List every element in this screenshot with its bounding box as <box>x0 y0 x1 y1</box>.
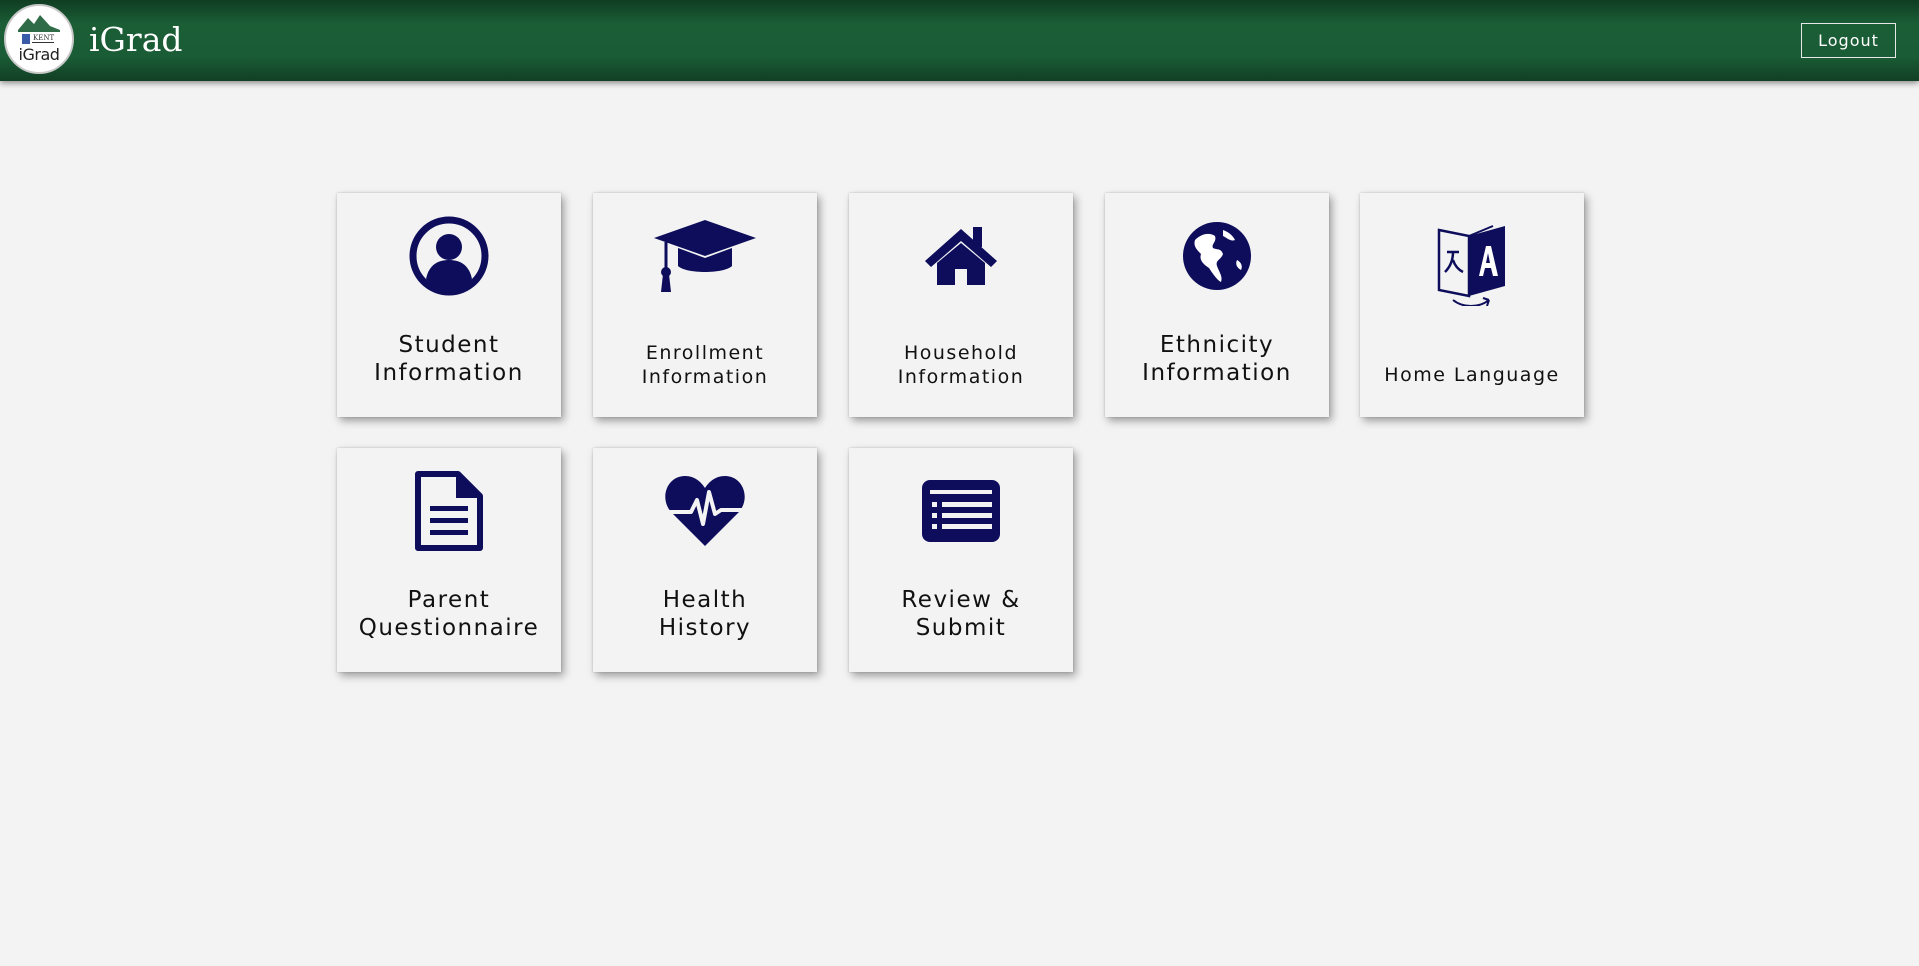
tile-label-line1: Household <box>903 342 1019 364</box>
user-circle-icon <box>409 216 489 296</box>
logout-button[interactable]: Logout <box>1801 23 1896 58</box>
tile-label: Student Information <box>337 331 561 387</box>
translate-icon <box>1437 225 1505 306</box>
district-logo[interactable]: KENT iGrad <box>4 4 74 74</box>
tile-label-line2: Information <box>374 360 524 386</box>
logo-text: iGrad <box>18 45 60 64</box>
tile-label-line2: History <box>658 615 752 641</box>
house-icon <box>925 227 997 285</box>
tile-label-line1: Review & <box>901 587 1021 613</box>
tile-enrollment-information[interactable]: Enrollment Information <box>593 193 817 417</box>
app-title: iGrad <box>89 20 183 59</box>
tile-label: Health History <box>593 586 817 642</box>
tile-home-language[interactable]: Home Language <box>1360 193 1584 417</box>
tile-parent-questionnaire[interactable]: Parent Questionnaire <box>337 448 561 672</box>
tile-label: Parent Questionnaire <box>337 586 561 642</box>
tile-label: Review & Submit <box>849 586 1073 642</box>
tile-health-history[interactable]: Health History <box>593 448 817 672</box>
heart-pulse-icon <box>665 476 745 546</box>
graduation-cap-icon <box>654 220 756 292</box>
tile-label-line1: Enrollment <box>645 342 765 364</box>
tile-label: Home Language <box>1360 363 1584 387</box>
tile-label: Enrollment Information <box>593 341 817 389</box>
tile-ethnicity-information[interactable]: Ethnicity Information <box>1105 193 1329 417</box>
tile-label-line1: Student <box>398 332 500 358</box>
tile-label-line2: Submit <box>915 615 1007 641</box>
tile-household-information[interactable]: Household Information <box>849 193 1073 417</box>
tile-label-line1: Parent <box>407 587 491 613</box>
tile-label-line2: Information <box>641 366 769 388</box>
document-icon <box>415 471 483 551</box>
logo-caption: KENT <box>33 34 54 42</box>
tile-label-line2: Information <box>1142 360 1292 386</box>
tile-review-submit[interactable]: Review & Submit <box>849 448 1073 672</box>
tile-label-line1: Home Language <box>1384 364 1560 386</box>
tile-label-line2: Questionnaire <box>358 615 540 641</box>
list-card-icon <box>922 480 1000 542</box>
header-bar: KENT iGrad iGrad Logout <box>0 0 1919 81</box>
tile-label-line1: Ethnicity <box>1159 332 1275 358</box>
tile-label-line2: Information <box>897 366 1025 388</box>
tile-label: Ethnicity Information <box>1105 331 1329 387</box>
tile-student-information[interactable]: Student Information <box>337 193 561 417</box>
tile-label-line1: Health <box>662 587 748 613</box>
globe-icon <box>1183 222 1251 290</box>
tile-label: Household Information <box>849 341 1073 389</box>
